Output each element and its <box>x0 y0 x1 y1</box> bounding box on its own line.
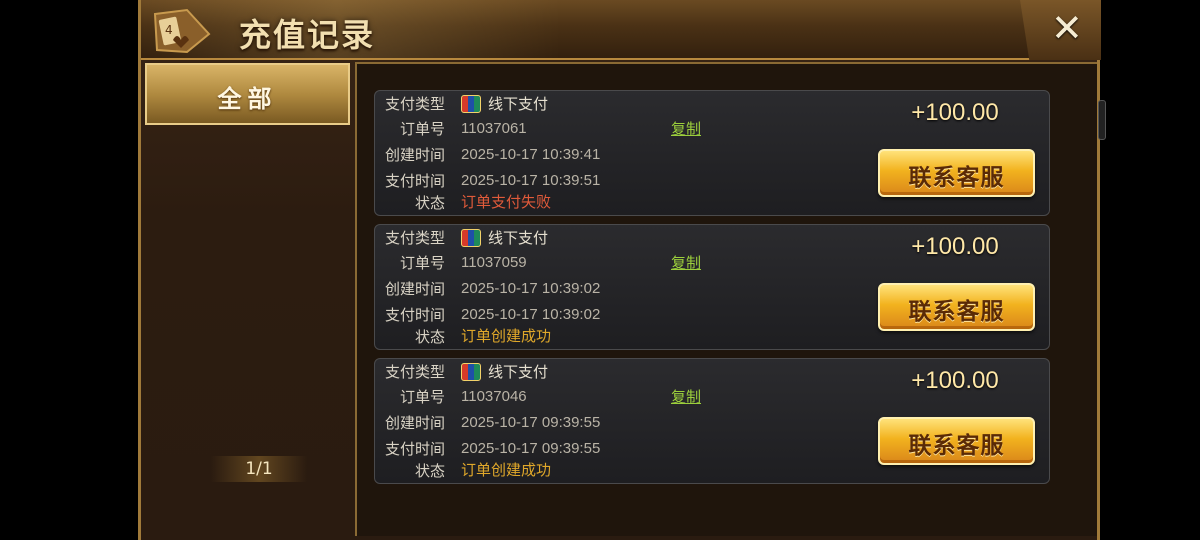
contact-support-button[interactable]: 联系客服 <box>878 417 1035 465</box>
paid-value: 2025-10-17 10:39:02 <box>461 306 601 323</box>
paid-value: 2025-10-17 10:39:51 <box>461 172 601 189</box>
header-bar: 4 充值记录 ✕ <box>141 0 1101 60</box>
contact-support-button[interactable]: 联系客服 <box>878 149 1035 197</box>
close-icon: ✕ <box>1051 6 1083 50</box>
status-label: 状态 <box>414 194 445 212</box>
pay-type-value: 线下支付 <box>488 229 549 247</box>
svg-text:4: 4 <box>165 23 173 37</box>
pay-type-value: 线下支付 <box>488 95 549 113</box>
created-value: 2025-10-17 10:39:02 <box>461 280 601 297</box>
status-value: 订单创建成功 <box>461 328 552 345</box>
tab-all[interactable]: 全部 <box>145 63 350 125</box>
copy-button[interactable]: 复制 <box>671 252 701 274</box>
record-card: 支付类型 线下支付 订单号 11037046 复制 创建时间 2025-10-1… <box>374 358 1050 484</box>
paid-value: 2025-10-17 09:39:55 <box>461 440 601 457</box>
order-no-label: 订单号 <box>399 120 445 138</box>
screen: 4 充值记录 ✕ 全部 1/1 支付类型 线下支付 订单号 11037061 复… <box>0 0 1200 540</box>
contact-support-label: 联系客服 <box>908 433 1005 459</box>
record-card: 支付类型 线下支付 订单号 11037061 复制 创建时间 2025-10-1… <box>374 90 1050 216</box>
created-label: 创建时间 <box>384 146 445 164</box>
tab-all-label: 全部 <box>217 85 278 113</box>
record-card: 支付类型 线下支付 订单号 11037059 复制 创建时间 2025-10-1… <box>374 224 1050 350</box>
order-no-label: 订单号 <box>399 254 445 272</box>
side-handle <box>1098 100 1106 140</box>
paid-label: 支付时间 <box>384 306 445 324</box>
copy-button[interactable]: 复制 <box>671 118 701 140</box>
sidebar: 全部 1/1 <box>141 60 351 540</box>
cards-emblem-icon: 4 <box>153 8 211 54</box>
order-no-value: 11037059 <box>461 254 527 271</box>
status-value: 订单创建成功 <box>461 462 552 479</box>
order-no-value: 11037061 <box>461 120 527 137</box>
header-shine <box>141 0 701 58</box>
amount: +100.00 <box>911 99 999 126</box>
unionpay-icon <box>461 363 481 381</box>
pay-type-label: 支付类型 <box>384 229 445 247</box>
contact-support-label: 联系客服 <box>908 299 1005 325</box>
pay-type-value: 线下支付 <box>488 363 549 381</box>
amount: +100.00 <box>911 367 999 394</box>
order-no-label: 订单号 <box>399 388 445 406</box>
paid-label: 支付时间 <box>384 440 445 458</box>
created-value: 2025-10-17 10:39:41 <box>461 146 601 163</box>
page-title: 充值记录 <box>239 16 376 54</box>
status-label: 状态 <box>414 328 445 346</box>
created-label: 创建时间 <box>384 414 445 432</box>
status-value: 订单支付失败 <box>461 194 552 211</box>
close-button[interactable]: ✕ <box>1020 0 1101 60</box>
copy-button[interactable]: 复制 <box>671 386 701 408</box>
contact-support-button[interactable]: 联系客服 <box>878 283 1035 331</box>
created-label: 创建时间 <box>384 280 445 298</box>
recharge-records-panel: 4 充值记录 ✕ 全部 1/1 支付类型 线下支付 订单号 11037061 复… <box>138 0 1101 540</box>
order-no-value: 11037046 <box>461 388 527 405</box>
unionpay-icon <box>461 95 481 113</box>
pay-type-label: 支付类型 <box>384 363 445 381</box>
pay-type-label: 支付类型 <box>384 95 445 113</box>
unionpay-icon <box>461 229 481 247</box>
records-list[interactable]: 支付类型 线下支付 订单号 11037061 复制 创建时间 2025-10-1… <box>355 62 1097 536</box>
contact-support-label: 联系客服 <box>908 165 1005 191</box>
amount: +100.00 <box>911 233 999 260</box>
created-value: 2025-10-17 09:39:55 <box>461 414 601 431</box>
status-label: 状态 <box>414 462 445 480</box>
paid-label: 支付时间 <box>384 172 445 190</box>
page-indicator: 1/1 <box>211 456 307 482</box>
